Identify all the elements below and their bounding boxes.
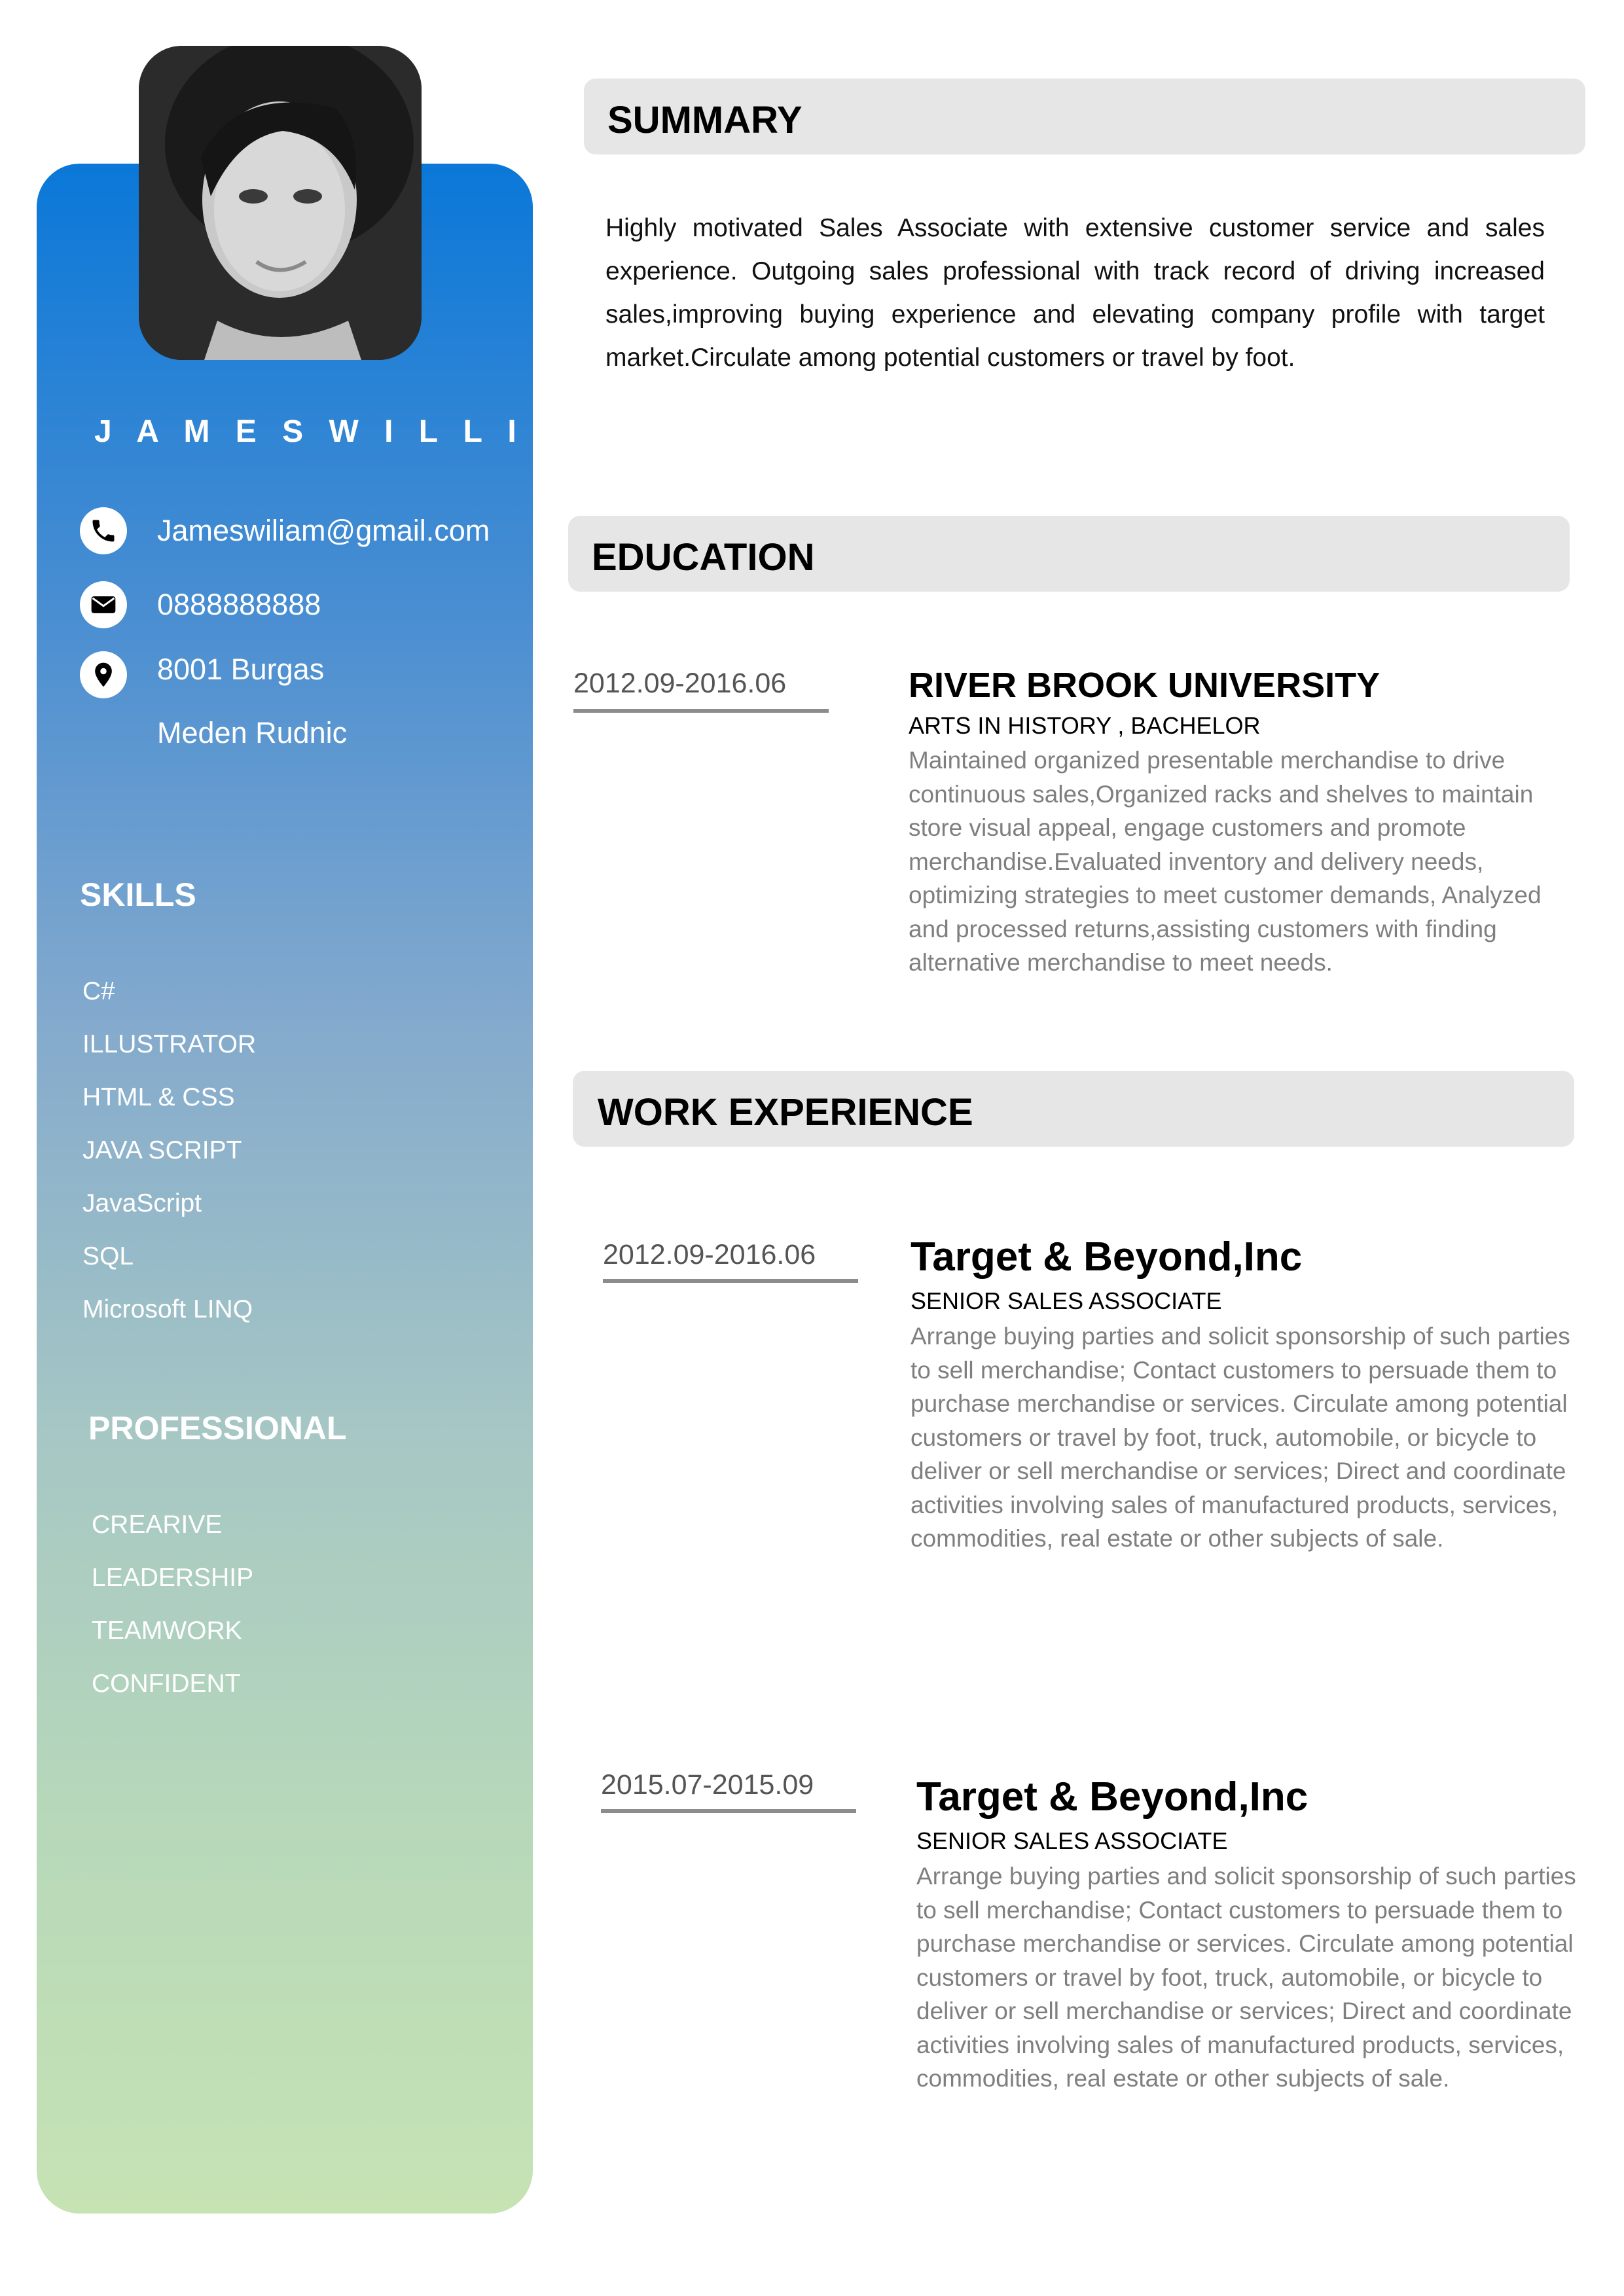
contact-email[interactable]: Jameswiliam@gmail.com	[157, 514, 490, 548]
work-date: 2015.07-2015.09	[601, 1769, 814, 1801]
skills-list: C# ILLUSTRATOR HTML & CSS JAVA SCRIPT Ja…	[82, 965, 256, 1336]
school-name: RIVER BROOK UNIVERSITY	[909, 666, 1380, 705]
job-title: SENIOR SALES ASSOCIATE	[916, 1827, 1228, 1854]
summary-section-header: SUMMARY	[584, 79, 1585, 154]
skill-item: HTML & CSS	[82, 1083, 235, 1111]
company-name: Target & Beyond,Inc	[911, 1234, 1303, 1280]
professional-item: CREARIVE	[92, 1511, 223, 1539]
contact-phone: 0888888888	[157, 588, 321, 621]
skills-heading: SKILLS	[80, 876, 196, 913]
job-description: Arrange buying parties and solicit spons…	[911, 1323, 1570, 1552]
work-heading: WORK EXPERIENCE	[598, 1091, 973, 1134]
summary-heading: SUMMARY	[607, 99, 803, 141]
date-underline	[603, 1279, 858, 1283]
skill-item: Microsoft LINQ	[82, 1295, 253, 1323]
portrait-image	[139, 46, 422, 360]
education-description: Maintained organized presentable merchan…	[909, 747, 1542, 976]
professional-heading: PROFESSIONAL	[88, 1410, 347, 1446]
location-icon	[80, 651, 127, 698]
skill-item: C#	[82, 977, 115, 1005]
professional-item: CONFIDENT	[92, 1670, 241, 1698]
job-description: Arrange buying parties and solicit spons…	[916, 1863, 1576, 2092]
skill-item: ILLUSTRATOR	[82, 1030, 257, 1058]
candidate-name: J A M E S W I L L I A M	[94, 414, 623, 449]
contact-address-line1: 8001 Burgas	[157, 653, 325, 686]
degree: ARTS IN HISTORY , BACHELOR	[909, 712, 1261, 739]
work-section-header: WORK EXPERIENCE	[573, 1071, 1574, 1147]
summary-text: Highly motivated Sales Associate with ex…	[605, 214, 1545, 372]
professional-item: TEAMWORK	[92, 1617, 242, 1645]
profile-photo	[139, 46, 422, 360]
professional-list: CREARIVE LEADERSHIP TEAMWORK CONFIDENT	[92, 1498, 253, 1710]
skill-item: SQL	[82, 1242, 134, 1270]
job-title: SENIOR SALES ASSOCIATE	[911, 1287, 1222, 1314]
company-name: Target & Beyond,Inc	[916, 1774, 1308, 1820]
date-underline	[601, 1809, 856, 1813]
skill-item: JAVA SCRIPT	[82, 1136, 242, 1164]
contact-address-line2: Meden Rudnic	[157, 716, 348, 749]
date-underline	[573, 709, 829, 713]
skill-item: JavaScript	[82, 1189, 202, 1217]
education-heading: EDUCATION	[592, 536, 815, 579]
work-date: 2012.09-2016.06	[603, 1239, 816, 1270]
education-date: 2012.09-2016.06	[573, 668, 787, 699]
mail-icon	[80, 581, 127, 628]
education-section-header: EDUCATION	[568, 516, 1570, 592]
professional-item: LEADERSHIP	[92, 1564, 254, 1592]
phone-icon	[80, 507, 127, 554]
